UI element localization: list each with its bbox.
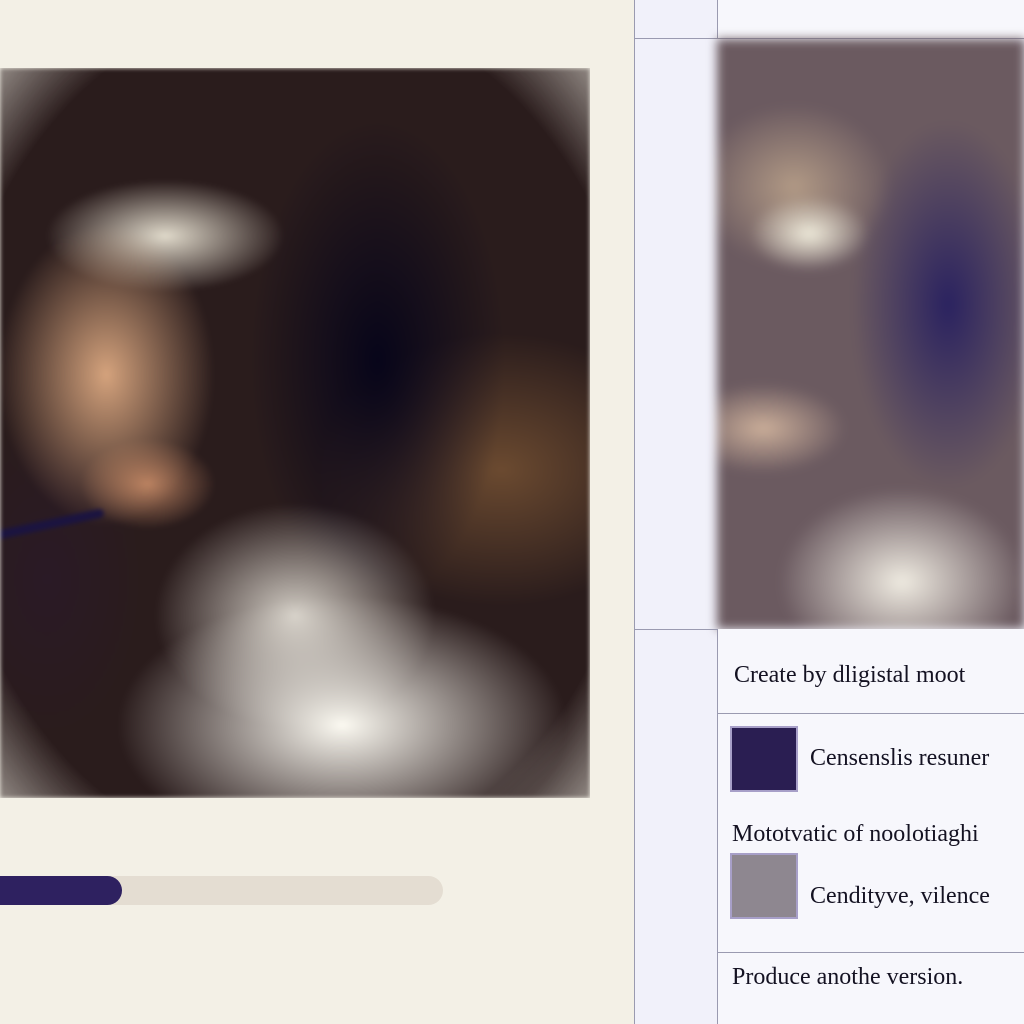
preview-thumbnail[interactable] (717, 39, 1024, 629)
progress-bar (0, 876, 443, 905)
image-canvas (0, 0, 634, 1024)
divider (718, 952, 1024, 953)
panel-header (717, 0, 1024, 39)
divider (635, 38, 717, 39)
section-heading: Mototvatic of noolotiaghi (732, 821, 979, 847)
style-option-label-2[interactable]: Cendityve, vilence (810, 881, 990, 911)
side-panel: Create by dligistal moot Censenslis resu… (634, 0, 1024, 1024)
divider (718, 713, 1024, 714)
generated-image[interactable] (0, 68, 590, 798)
style-option-swatch-2[interactable] (730, 853, 798, 919)
progress-bar-fill (0, 876, 122, 905)
style-option-label-1[interactable]: Censenslis resuner (810, 743, 989, 773)
app-window: Create by dligistal moot Censenslis resu… (0, 0, 1024, 1024)
options-panel: Create by dligistal moot Censenslis resu… (717, 629, 1024, 1024)
image-caption: Create by dligistal moot (734, 662, 966, 688)
style-option-swatch-1[interactable] (730, 726, 798, 792)
pipe-shape (0, 508, 105, 541)
regenerate-button[interactable]: Produce anothe version. (732, 962, 963, 992)
